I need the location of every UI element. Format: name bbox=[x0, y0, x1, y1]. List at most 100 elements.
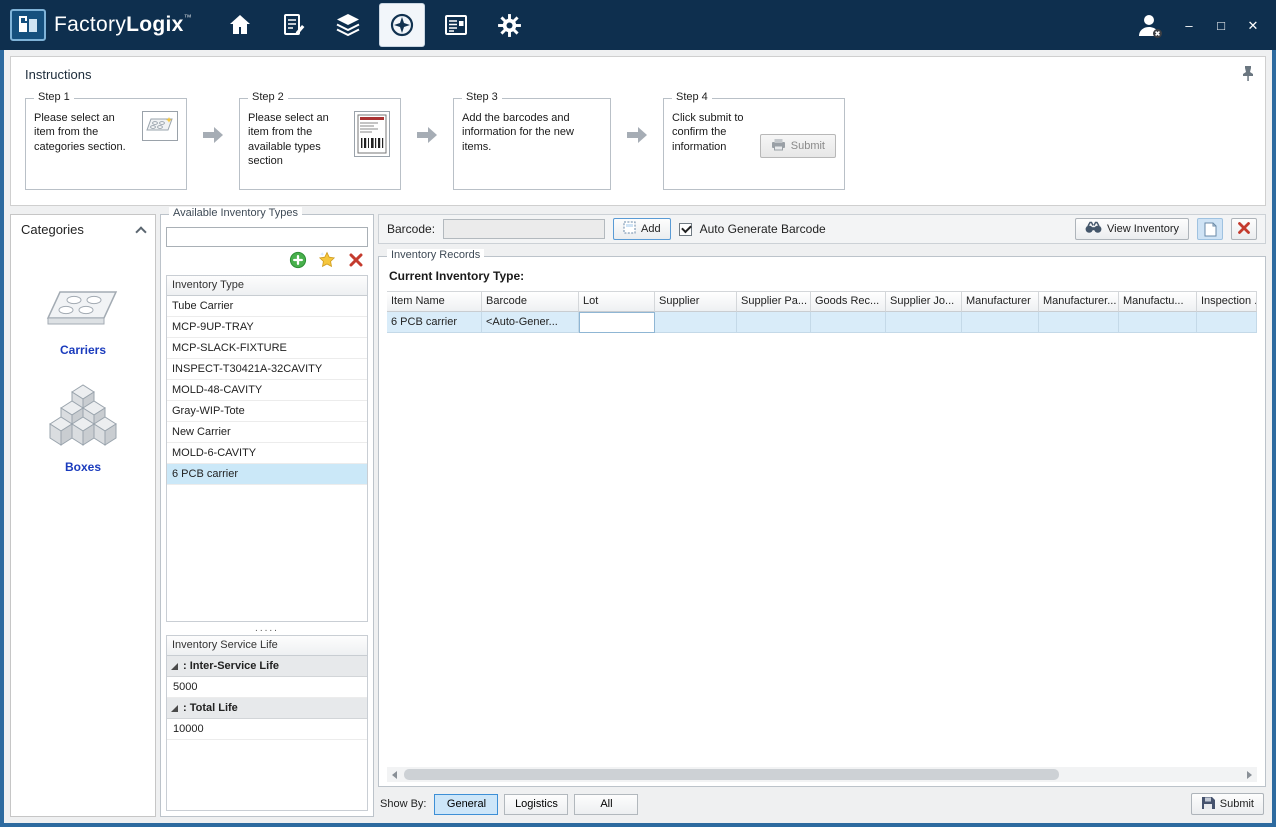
category-boxes-label: Boxes bbox=[65, 460, 101, 474]
cell-supplier-job[interactable] bbox=[886, 312, 962, 333]
star-icon bbox=[318, 251, 336, 272]
auto-generate-checkbox[interactable] bbox=[679, 223, 692, 236]
cell-lot[interactable] bbox=[579, 312, 655, 333]
titlebar-controls: – □ ✕ bbox=[1130, 7, 1266, 43]
total-life-value[interactable]: 10000 bbox=[167, 719, 367, 740]
add-type-button[interactable] bbox=[288, 251, 308, 271]
inventory-type-row[interactable]: Gray-WIP-Tote bbox=[167, 401, 367, 422]
inventory-type-row[interactable]: MCP-SLACK-FIXTURE bbox=[167, 338, 367, 359]
instruction-steps: Step 1 Please select an item from the ca… bbox=[25, 98, 1251, 190]
grid-column-header[interactable]: Supplier Pa... bbox=[737, 292, 811, 312]
cell-manufactu[interactable] bbox=[1119, 312, 1197, 333]
panel-splitter[interactable]: ..... bbox=[166, 622, 368, 635]
stack-icon[interactable] bbox=[326, 4, 370, 46]
show-by-general-button[interactable]: General bbox=[434, 794, 498, 815]
close-button[interactable]: ✕ bbox=[1240, 14, 1266, 36]
scrollbar-track[interactable] bbox=[402, 767, 1242, 782]
inventory-type-row[interactable]: MCP-9UP-TRAY bbox=[167, 317, 367, 338]
label-thumbnail-icon bbox=[354, 111, 390, 157]
categories-header: Categories bbox=[11, 215, 155, 242]
service-life-group[interactable]: : Inter-Service Life bbox=[167, 656, 367, 677]
step-submit-button[interactable]: Submit bbox=[760, 134, 836, 158]
scroll-right-icon[interactable] bbox=[1242, 767, 1257, 782]
step-3-text: Add the barcodes and information for the… bbox=[462, 111, 592, 154]
view-inventory-label: View Inventory bbox=[1107, 223, 1179, 235]
cell-supplier-part[interactable] bbox=[737, 312, 811, 333]
arrow-right-icon bbox=[415, 126, 439, 147]
inventory-type-row[interactable]: MOLD-6-CAVITY bbox=[167, 443, 367, 464]
pin-icon[interactable] bbox=[1241, 65, 1255, 84]
barcode-input[interactable] bbox=[443, 219, 605, 239]
inventory-type-row[interactable]: New Carrier bbox=[167, 422, 367, 443]
cell-item-name[interactable]: 6 PCB carrier bbox=[387, 312, 482, 333]
copy-page-icon[interactable] bbox=[1197, 218, 1223, 240]
clear-button[interactable] bbox=[1231, 218, 1257, 240]
grid-column-header[interactable]: Inspection ... bbox=[1197, 292, 1257, 312]
grid-column-header[interactable]: Item Name bbox=[387, 292, 482, 312]
category-boxes[interactable]: Boxes bbox=[11, 383, 155, 474]
inventory-records-panel: Inventory Records Current Inventory Type… bbox=[378, 256, 1266, 787]
grid-data-row[interactable]: 6 PCB carrier <Auto-Gener... bbox=[387, 312, 1257, 333]
add-button[interactable]: Add bbox=[613, 218, 671, 240]
cell-goods-received[interactable] bbox=[811, 312, 886, 333]
step-1-text: Please select an item from the categorie… bbox=[34, 111, 136, 154]
inter-service-life-value[interactable]: 5000 bbox=[167, 677, 367, 698]
inventory-type-row-selected[interactable]: 6 PCB carrier bbox=[167, 464, 367, 485]
category-carriers[interactable]: Carriers bbox=[11, 284, 155, 357]
scroll-left-icon[interactable] bbox=[387, 767, 402, 782]
grid-column-header[interactable]: Lot bbox=[579, 292, 655, 312]
grid-column-header[interactable]: Supplier bbox=[655, 292, 737, 312]
cell-supplier[interactable] bbox=[655, 312, 737, 333]
inventory-type-list: Inventory Type Tube Carrier MCP-9UP-TRAY… bbox=[166, 275, 368, 622]
grid-column-header[interactable]: Manufacturer bbox=[962, 292, 1039, 312]
compass-icon[interactable] bbox=[380, 4, 424, 46]
worksheet-icon[interactable] bbox=[272, 4, 316, 46]
step-submit-label: Submit bbox=[791, 140, 825, 152]
inventory-type-row[interactable]: MOLD-48-CAVITY bbox=[167, 380, 367, 401]
inventory-type-row[interactable]: INSPECT-T30421A-32CAVITY bbox=[167, 359, 367, 380]
submit-button[interactable]: Submit bbox=[1191, 793, 1264, 815]
grid-column-header[interactable]: Manufactu... bbox=[1119, 292, 1197, 312]
app-logo: FactoryLogix™ bbox=[10, 9, 192, 41]
inventory-type-row[interactable]: Tube Carrier bbox=[167, 296, 367, 317]
type-filter-input[interactable] bbox=[166, 227, 368, 247]
service-life-group[interactable]: : Total Life bbox=[167, 698, 367, 719]
cell-manufacturer-2[interactable] bbox=[1039, 312, 1119, 333]
news-icon[interactable] bbox=[434, 4, 478, 46]
gear-icon[interactable] bbox=[488, 4, 532, 46]
delete-type-button[interactable] bbox=[346, 251, 366, 271]
service-life-header: Inventory Service Life bbox=[167, 636, 367, 656]
step-2-label: Step 2 bbox=[248, 91, 288, 103]
grid-column-header[interactable]: Barcode bbox=[482, 292, 579, 312]
app-title: FactoryLogix™ bbox=[54, 13, 192, 37]
grid-column-header[interactable]: Manufacturer... bbox=[1039, 292, 1119, 312]
scrollbar-thumb[interactable] bbox=[404, 769, 1059, 780]
inventory-records-title: Inventory Records bbox=[387, 249, 484, 261]
cell-manufacturer[interactable] bbox=[962, 312, 1039, 333]
expand-triangle-icon bbox=[171, 705, 178, 712]
minimize-button[interactable]: – bbox=[1176, 14, 1202, 36]
favorite-type-button[interactable] bbox=[317, 251, 337, 271]
expand-triangle-icon bbox=[171, 663, 178, 670]
user-status-icon[interactable] bbox=[1130, 7, 1170, 43]
add-item-icon bbox=[623, 221, 636, 237]
inventory-type-column-header[interactable]: Inventory Type bbox=[167, 276, 367, 296]
step-2-box: Step 2 Please select an item from the av… bbox=[239, 98, 401, 190]
logo-icon bbox=[10, 9, 46, 41]
show-by-logistics-button[interactable]: Logistics bbox=[504, 794, 568, 815]
instructions-panel: Instructions Step 1 Please select an ite… bbox=[10, 56, 1266, 206]
horizontal-scrollbar[interactable] bbox=[387, 767, 1257, 782]
step-3-box: Step 3 Add the barcodes and information … bbox=[453, 98, 611, 190]
step-1-label: Step 1 bbox=[34, 91, 74, 103]
grid-column-header[interactable]: Supplier Jo... bbox=[886, 292, 962, 312]
step-4-label: Step 4 bbox=[672, 91, 712, 103]
cell-inspection[interactable] bbox=[1197, 312, 1257, 333]
grid-column-header[interactable]: Goods Rec... bbox=[811, 292, 886, 312]
home-icon[interactable] bbox=[218, 4, 262, 46]
show-by-all-button[interactable]: All bbox=[574, 794, 638, 815]
maximize-button[interactable]: □ bbox=[1208, 14, 1234, 36]
view-inventory-button[interactable]: View Inventory bbox=[1075, 218, 1189, 240]
cell-barcode[interactable]: <Auto-Gener... bbox=[482, 312, 579, 333]
collapse-icon[interactable] bbox=[135, 226, 146, 237]
category-carriers-label: Carriers bbox=[60, 343, 106, 357]
